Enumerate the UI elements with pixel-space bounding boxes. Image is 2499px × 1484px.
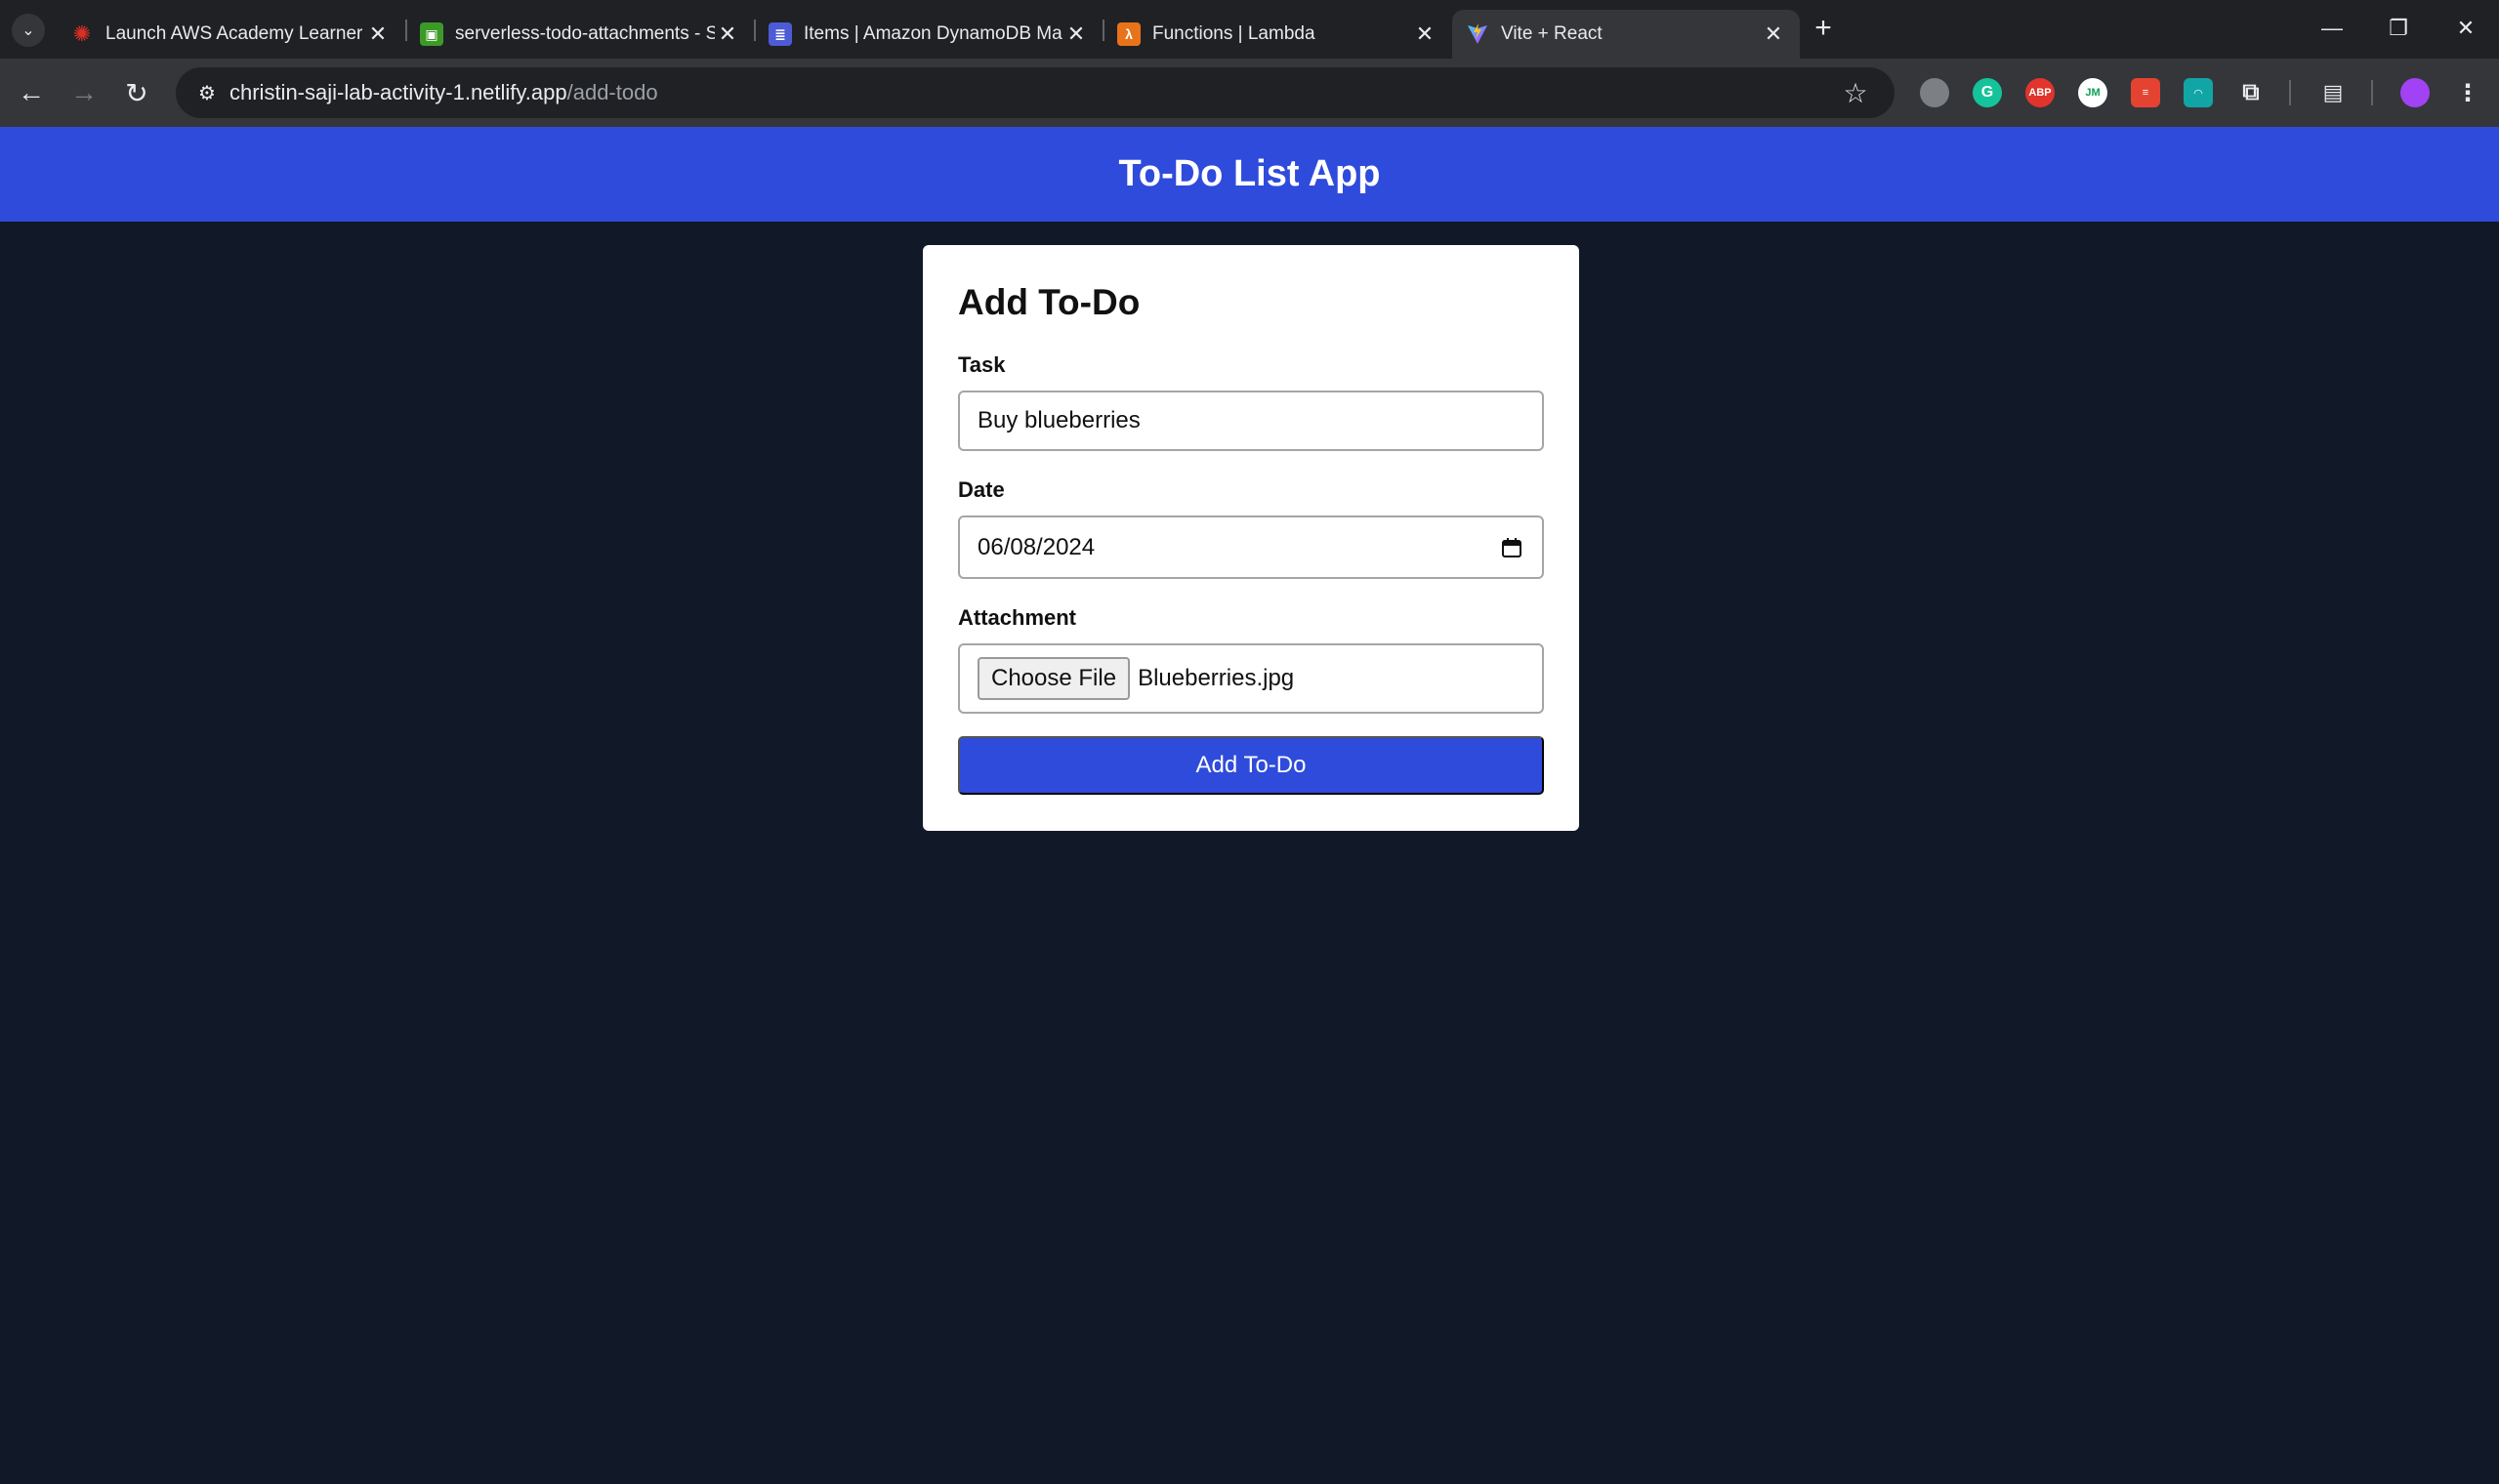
toolbar-divider [2371,80,2373,105]
address-bar[interactable]: ⚙ christin-saji-lab-activity-1.netlify.a… [176,67,1895,118]
site-info-icon[interactable]: ⚙ [189,75,225,110]
forward-arrow-icon[interactable]: → [62,71,105,114]
attachment-file-input[interactable]: Choose File Blueberries.jpg [958,643,1544,714]
globe-extension-icon[interactable] [1920,78,1949,107]
adblock-plus-icon[interactable]: ABP [2025,78,2055,107]
attachment-label: Attachment [958,605,1077,630]
add-todo-form-card: Add To-Do Task Buy blueberries Date 06/0… [923,245,1579,831]
jm-extension-icon[interactable]: JM [2078,78,2107,107]
side-panel-icon[interactable]: ▤ [2318,78,2348,107]
close-window-icon[interactable]: ✕ [2438,10,2493,47]
url-path: /add-todo [566,80,658,104]
puzzle-extensions-icon[interactable]: ⧉ [2236,78,2266,107]
reload-icon[interactable]: ↻ [115,71,158,114]
more-menu-icon[interactable]: ⋮ [2453,78,2482,107]
tab-title: Launch AWS Academy Learner Lab [105,23,365,44]
tab-lambda[interactable]: λ Functions | Lambda ✕ [1104,10,1451,59]
url-host: christin-saji-lab-activity-1.netlify.app [229,80,567,104]
date-input[interactable]: 06/08/2024 [958,515,1544,579]
tab-s3[interactable]: ▣ serverless-todo-attachments - S3 ✕ [406,10,754,59]
close-icon[interactable]: ✕ [1412,21,1437,47]
form-heading: Add To-Do [958,282,1141,322]
restore-window-icon[interactable]: ❐ [2371,10,2426,47]
browser-tab-strip: ⌄ ✺ Launch AWS Academy Learner Lab ✕ ▣ s… [0,0,2499,59]
task-input-value: Buy blueberries [978,407,1141,433]
profile-avatar[interactable] [2400,78,2430,107]
tab-title: serverless-todo-attachments - S3 [455,23,715,44]
back-arrow-icon[interactable]: ← [10,71,53,114]
tab-title: Vite + React [1501,23,1603,44]
selected-file-name: Blueberries.jpg [1138,665,1295,691]
grammarly-icon[interactable]: G [1973,78,2002,107]
calendar-icon[interactable] [1501,537,1522,558]
toolbar-divider [2289,80,2291,105]
task-label: Task [958,352,1006,377]
tab-title: Items | Amazon DynamoDB Management Conso… [804,23,1063,44]
tab-vite-react[interactable]: Vite + React ✕ [1452,10,1800,59]
bookmark-star-icon[interactable]: ☆ [1838,75,1873,110]
minimize-icon[interactable]: — [2305,10,2359,47]
new-tab-plus-icon[interactable]: + [1807,12,1840,45]
aws-academy-icon: ✺ [72,21,92,46]
url-text[interactable]: christin-saji-lab-activity-1.netlify.app… [229,67,658,118]
app-header: To-Do List App [0,127,2499,222]
tab-title: Functions | Lambda [1152,23,1315,44]
tab-search-chevron-icon[interactable]: ⌄ [12,14,45,47]
close-icon[interactable]: ✕ [715,21,740,47]
tab-dynamodb[interactable]: ≣ Items | Amazon DynamoDB Management Con… [755,10,1103,59]
teal-extension-icon[interactable]: ◠ [2184,78,2213,107]
close-icon[interactable]: ✕ [1063,21,1089,47]
date-input-value: 06/08/2024 [978,533,1096,560]
task-input[interactable]: Buy blueberries [958,391,1544,451]
close-icon[interactable]: ✕ [1761,21,1786,47]
add-todo-button[interactable]: Add To-Do [958,736,1544,795]
tab-aws-academy[interactable]: ✺ Launch AWS Academy Learner Lab ✕ [57,10,404,59]
choose-file-button[interactable]: Choose File [978,657,1131,700]
close-icon[interactable]: ✕ [365,21,391,47]
browser-toolbar: ← → ↻ ⚙ christin-saji-lab-activity-1.net… [0,59,2499,127]
lambda-icon: λ [1117,22,1141,46]
date-label: Date [958,477,1005,502]
app-title: To-Do List App [1118,153,1381,194]
s3-bucket-icon: ▣ [420,22,443,46]
dynamodb-icon: ≣ [769,22,792,46]
vite-icon [1466,22,1489,46]
todoist-icon[interactable]: ≡ [2131,78,2160,107]
